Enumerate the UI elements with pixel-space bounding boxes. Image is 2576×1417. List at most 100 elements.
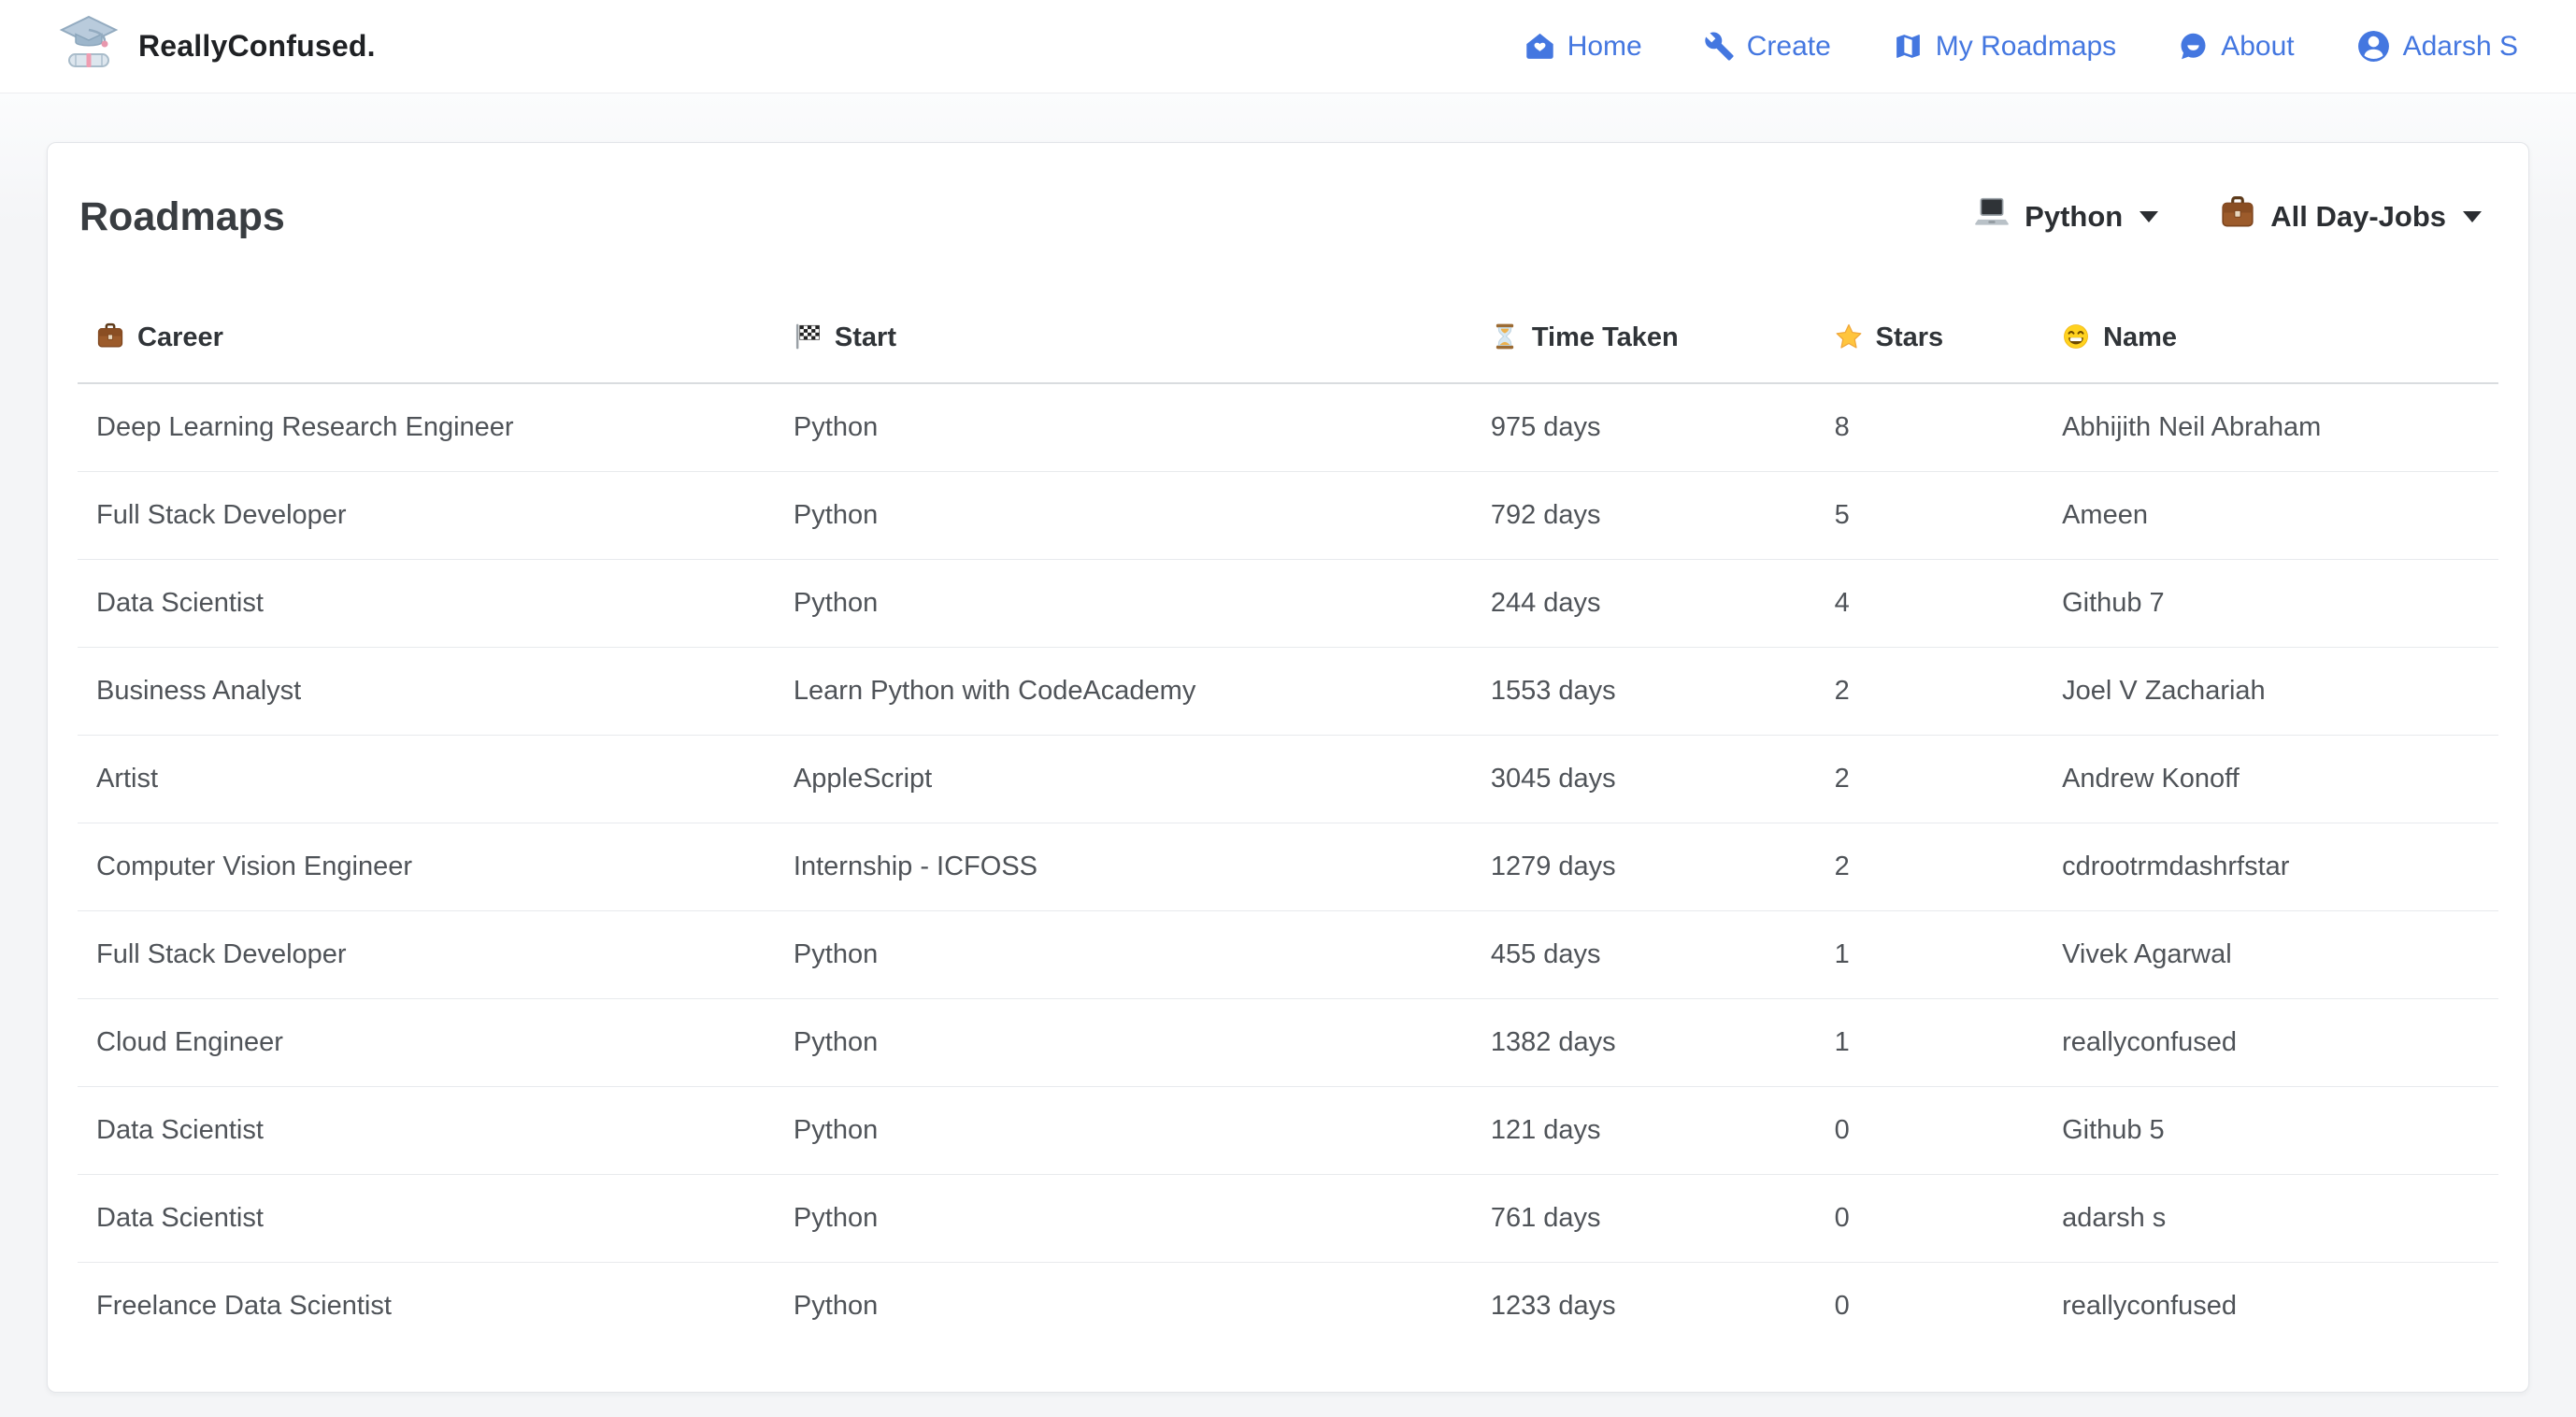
briefcase-icon (2220, 195, 2255, 238)
navbar: ReallyConfused. Home Create (0, 0, 2576, 93)
jobs-filter-dropdown[interactable]: All Day-Jobs (2220, 195, 2482, 238)
main-content: Roadmaps Python (0, 93, 2576, 1417)
name-cell: Vivek Agarwal (2043, 911, 2498, 999)
hourglass-icon (1491, 322, 1519, 358)
stars-cell: 1 (1816, 911, 2043, 999)
roadmaps-card: Roadmaps Python (47, 142, 2529, 1393)
chat-icon (2178, 31, 2209, 62)
column-header-time-taken: Time Taken (1472, 298, 1816, 383)
stars-cell: 2 (1816, 823, 2043, 911)
column-label: Stars (1876, 322, 1944, 352)
career-cell: Data Scientist (78, 1087, 775, 1175)
nav-item-label: About (2221, 31, 2294, 63)
table-row[interactable]: Artist AppleScript 3045 days 2 Andrew Ko… (78, 736, 2498, 823)
table-row[interactable]: Full Stack Developer Python 792 days 5 A… (78, 472, 2498, 560)
stars-cell: 4 (1816, 560, 2043, 648)
time-taken-cell: 975 days (1472, 383, 1816, 472)
start-cell: Python (775, 1263, 1472, 1351)
name-cell: Ameen (2043, 472, 2498, 560)
grin-icon (2062, 322, 2090, 358)
star-icon (1835, 322, 1863, 358)
table-row[interactable]: Deep Learning Research Engineer Python 9… (78, 383, 2498, 472)
table-row[interactable]: Cloud Engineer Python 1382 days 1 really… (78, 999, 2498, 1087)
start-cell: Python (775, 472, 1472, 560)
stars-cell: 0 (1816, 1087, 2043, 1175)
time-taken-cell: 121 days (1472, 1087, 1816, 1175)
name-cell: Abhijith Neil Abraham (2043, 383, 2498, 472)
nav-item-label: My Roadmaps (1936, 31, 2116, 63)
table-row[interactable]: Business Analyst Learn Python with CodeA… (78, 648, 2498, 736)
user-circle-icon (2356, 29, 2391, 64)
caret-down-icon (2463, 211, 2482, 222)
start-cell: Python (775, 1087, 1472, 1175)
nav-items: Home Create My Roadmaps (1524, 29, 2518, 64)
table-row[interactable]: Data Scientist Python 761 days 0 adarsh … (78, 1175, 2498, 1263)
name-cell: Joel V Zachariah (2043, 648, 2498, 736)
stars-cell: 0 (1816, 1263, 2043, 1351)
table-row[interactable]: Full Stack Developer Python 455 days 1 V… (78, 911, 2498, 999)
time-taken-cell: 3045 days (1472, 736, 1816, 823)
table-row[interactable]: Freelance Data Scientist Python 1233 day… (78, 1263, 2498, 1351)
time-taken-cell: 244 days (1472, 560, 1816, 648)
career-cell: Full Stack Developer (78, 911, 775, 999)
name-cell: Andrew Konoff (2043, 736, 2498, 823)
start-cell: Learn Python with CodeAcademy (775, 648, 1472, 736)
name-cell: adarsh s (2043, 1175, 2498, 1263)
time-taken-cell: 455 days (1472, 911, 1816, 999)
name-cell: Github 5 (2043, 1087, 2498, 1175)
graduation-cap-icon (58, 13, 120, 79)
nav-item-label: Create (1747, 31, 1831, 63)
nav-item-about[interactable]: About (2178, 31, 2294, 63)
nav-item-create[interactable]: Create (1704, 31, 1831, 63)
start-cell: Python (775, 383, 1472, 472)
table-row[interactable]: Computer Vision Engineer Internship - IC… (78, 823, 2498, 911)
career-cell: Data Scientist (78, 1175, 775, 1263)
briefcase-icon (96, 322, 124, 358)
time-taken-cell: 1279 days (1472, 823, 1816, 911)
brand-logo[interactable]: ReallyConfused. (58, 13, 376, 79)
laptop-icon (1974, 195, 2010, 238)
nav-item-label: Adarsh S (2403, 31, 2518, 63)
nav-item-user[interactable]: Adarsh S (2356, 29, 2518, 64)
start-cell: Python (775, 999, 1472, 1087)
column-header-name: Name (2043, 298, 2498, 383)
career-cell: Cloud Engineer (78, 999, 775, 1087)
column-label: Time Taken (1532, 322, 1679, 352)
column-label: Name (2103, 322, 2177, 352)
time-taken-cell: 761 days (1472, 1175, 1816, 1263)
checkered-flag-icon (794, 322, 822, 358)
nav-item-my-roadmaps[interactable]: My Roadmaps (1893, 31, 2116, 63)
table-row[interactable]: Data Scientist Python 244 days 4 Github … (78, 560, 2498, 648)
column-header-stars: Stars (1816, 298, 2043, 383)
home-icon (1524, 31, 1555, 62)
column-label: Career (137, 322, 223, 352)
column-label: Start (835, 322, 896, 352)
start-cell: Python (775, 1175, 1472, 1263)
career-cell: Deep Learning Research Engineer (78, 383, 775, 472)
stars-cell: 8 (1816, 383, 2043, 472)
jobs-filter-value: All Day-Jobs (2270, 200, 2446, 234)
column-header-start: Start (775, 298, 1472, 383)
page-title: Roadmaps (79, 193, 285, 240)
start-cell: Python (775, 560, 1472, 648)
brand-title: ReallyConfused. (138, 29, 376, 64)
wrench-icon (1704, 31, 1735, 62)
language-filter-dropdown[interactable]: Python (1974, 195, 2158, 238)
roadmaps-table: Career (78, 298, 2498, 1350)
time-taken-cell: 1553 days (1472, 648, 1816, 736)
card-header: Roadmaps Python (78, 143, 2498, 240)
column-header-career: Career (78, 298, 775, 383)
name-cell: reallyconfused (2043, 1263, 2498, 1351)
table-row[interactable]: Data Scientist Python 121 days 0 Github … (78, 1087, 2498, 1175)
nav-item-home[interactable]: Home (1524, 31, 1642, 63)
start-cell: Internship - ICFOSS (775, 823, 1472, 911)
time-taken-cell: 792 days (1472, 472, 1816, 560)
career-cell: Full Stack Developer (78, 472, 775, 560)
career-cell: Computer Vision Engineer (78, 823, 775, 911)
stars-cell: 2 (1816, 648, 2043, 736)
filters: Python All Day-Jobs (1974, 195, 2482, 238)
map-icon (1893, 31, 1924, 62)
career-cell: Data Scientist (78, 560, 775, 648)
stars-cell: 0 (1816, 1175, 2043, 1263)
name-cell: Github 7 (2043, 560, 2498, 648)
